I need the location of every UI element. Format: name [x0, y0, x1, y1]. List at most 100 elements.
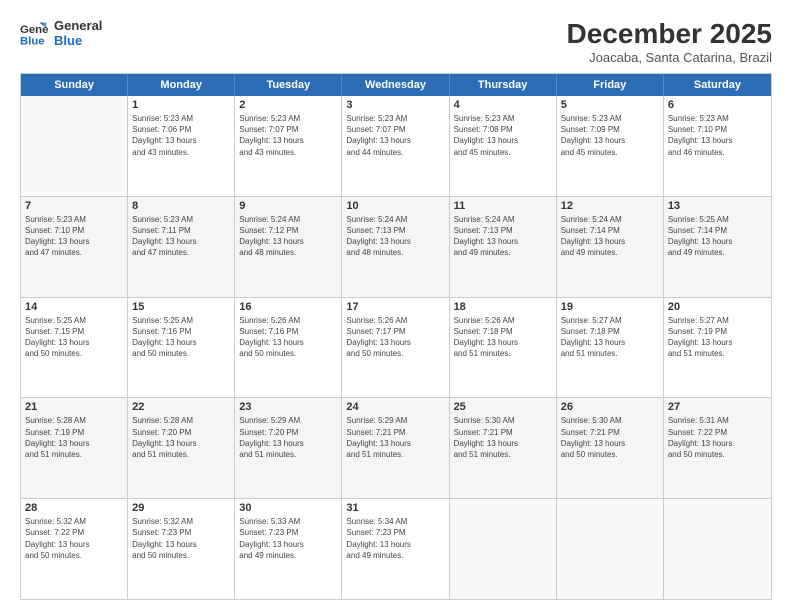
calendar-cell: 25 Sunrise: 5:30 AM Sunset: 7:21 PM Dayli… — [450, 398, 557, 498]
day-number: 2 — [239, 99, 337, 111]
calendar-cell: 3Sunrise: 5:23 AM Sunset: 7:07 PM Daylig… — [342, 96, 449, 196]
calendar-cell: 10 Sunrise: 5:24 AM Sunset: 7:13 PM Dayli… — [342, 197, 449, 297]
calendar-cell: 9 Sunrise: 5:24 AM Sunset: 7:12 PM Daylig… — [235, 197, 342, 297]
day-number: 16 — [239, 301, 337, 313]
day-number: 28 — [25, 502, 123, 514]
day-info: Sunrise: 5:24 AM Sunset: 7:13 PM Dayligh… — [454, 214, 552, 259]
day-number: 24 — [346, 401, 444, 413]
day-number: 11 — [454, 200, 552, 212]
day-info: Sunrise: 5:27 AM Sunset: 7:19 PM Dayligh… — [668, 315, 767, 360]
calendar-cell — [664, 499, 771, 599]
weekday-header-thursday: Thursday — [450, 74, 557, 96]
day-info: Sunrise: 5:23 AM Sunset: 7:08 PM Dayligh… — [454, 113, 552, 158]
calendar-cell: 21Sunrise: 5:28 AM Sunset: 7:19 PM Dayli… — [21, 398, 128, 498]
day-number: 13 — [668, 200, 767, 212]
day-info: Sunrise: 5:32 AM Sunset: 7:23 PM Dayligh… — [132, 516, 230, 561]
day-info: Sunrise: 5:23 AM Sunset: 7:11 PM Dayligh… — [132, 214, 230, 259]
day-number: 10 — [346, 200, 444, 212]
day-number: 26 — [561, 401, 659, 413]
calendar-cell — [21, 96, 128, 196]
calendar-cell: 28 Sunrise: 5:32 AM Sunset: 7:22 PM Dayli… — [21, 499, 128, 599]
day-info: Sunrise: 5:30 AM Sunset: 7:21 PM Dayligh… — [561, 415, 659, 460]
calendar-cell — [557, 499, 664, 599]
calendar-week-1: 1 Sunrise: 5:23 AM Sunset: 7:06 PM Daylig… — [21, 96, 771, 197]
day-number: 9 — [239, 200, 337, 212]
day-info: Sunrise: 5:23 AM Sunset: 7:09 PM Dayligh… — [561, 113, 659, 158]
calendar-cell: 13 Sunrise: 5:25 AM Sunset: 7:14 PM Dayli… — [664, 197, 771, 297]
day-number: 31 — [346, 502, 444, 514]
calendar-week-5: 28 Sunrise: 5:32 AM Sunset: 7:22 PM Dayli… — [21, 499, 771, 599]
day-info: Sunrise: 5:26 AM Sunset: 7:16 PM Dayligh… — [239, 315, 337, 360]
day-info: Sunrise: 5:26 AM Sunset: 7:18 PM Dayligh… — [454, 315, 552, 360]
day-info: Sunrise: 5:23 AM Sunset: 7:10 PM Dayligh… — [668, 113, 767, 158]
calendar-cell: 7 Sunrise: 5:23 AM Sunset: 7:10 PM Daylig… — [21, 197, 128, 297]
day-info: Sunrise: 5:32 AM Sunset: 7:22 PM Dayligh… — [25, 516, 123, 561]
calendar-cell: 29 Sunrise: 5:32 AM Sunset: 7:23 PM Dayli… — [128, 499, 235, 599]
day-info: Sunrise: 5:23 AM Sunset: 7:06 PM Dayligh… — [132, 113, 230, 158]
weekday-header-friday: Friday — [557, 74, 664, 96]
calendar-cell: 17 Sunrise: 5:26 AM Sunset: 7:17 PM Dayli… — [342, 298, 449, 398]
calendar-cell: 8 Sunrise: 5:23 AM Sunset: 7:11 PM Daylig… — [128, 197, 235, 297]
day-number: 17 — [346, 301, 444, 313]
day-number: 19 — [561, 301, 659, 313]
day-info: Sunrise: 5:25 AM Sunset: 7:14 PM Dayligh… — [668, 214, 767, 259]
logo-line1: General — [54, 18, 102, 33]
day-number: 1 — [132, 99, 230, 111]
calendar-cell: 30Sunrise: 5:33 AM Sunset: 7:23 PM Dayli… — [235, 499, 342, 599]
calendar-cell: 2Sunrise: 5:23 AM Sunset: 7:07 PM Daylig… — [235, 96, 342, 196]
weekday-header-saturday: Saturday — [664, 74, 771, 96]
day-info: Sunrise: 5:26 AM Sunset: 7:17 PM Dayligh… — [346, 315, 444, 360]
weekday-header-monday: Monday — [128, 74, 235, 96]
day-number: 12 — [561, 200, 659, 212]
logo-line2: Blue — [54, 33, 102, 48]
day-number: 29 — [132, 502, 230, 514]
weekday-header-wednesday: Wednesday — [342, 74, 449, 96]
header: General Blue General Blue December 2025 … — [20, 18, 772, 65]
day-number: 27 — [668, 401, 767, 413]
day-number: 6 — [668, 99, 767, 111]
day-info: Sunrise: 5:24 AM Sunset: 7:12 PM Dayligh… — [239, 214, 337, 259]
day-number: 21 — [25, 401, 123, 413]
day-number: 3 — [346, 99, 444, 111]
calendar-week-2: 7 Sunrise: 5:23 AM Sunset: 7:10 PM Daylig… — [21, 197, 771, 298]
day-number: 20 — [668, 301, 767, 313]
calendar-cell — [450, 499, 557, 599]
calendar-header: SundayMondayTuesdayWednesdayThursdayFrid… — [21, 74, 771, 96]
calendar-cell: 24 Sunrise: 5:29 AM Sunset: 7:21 PM Dayli… — [342, 398, 449, 498]
day-info: Sunrise: 5:23 AM Sunset: 7:10 PM Dayligh… — [25, 214, 123, 259]
day-info: Sunrise: 5:25 AM Sunset: 7:16 PM Dayligh… — [132, 315, 230, 360]
calendar-cell: 16 Sunrise: 5:26 AM Sunset: 7:16 PM Dayli… — [235, 298, 342, 398]
day-info: Sunrise: 5:24 AM Sunset: 7:13 PM Dayligh… — [346, 214, 444, 259]
calendar-cell: 14 Sunrise: 5:25 AM Sunset: 7:15 PM Dayli… — [21, 298, 128, 398]
calendar-cell: 15Sunrise: 5:25 AM Sunset: 7:16 PM Dayli… — [128, 298, 235, 398]
page: General Blue General Blue December 2025 … — [0, 0, 792, 612]
day-info: Sunrise: 5:25 AM Sunset: 7:15 PM Dayligh… — [25, 315, 123, 360]
logo-icon: General Blue — [20, 19, 48, 47]
calendar-cell: 12 Sunrise: 5:24 AM Sunset: 7:14 PM Dayli… — [557, 197, 664, 297]
calendar: SundayMondayTuesdayWednesdayThursdayFrid… — [20, 73, 772, 600]
calendar-cell: 5Sunrise: 5:23 AM Sunset: 7:09 PM Daylig… — [557, 96, 664, 196]
day-info: Sunrise: 5:29 AM Sunset: 7:21 PM Dayligh… — [346, 415, 444, 460]
day-info: Sunrise: 5:28 AM Sunset: 7:20 PM Dayligh… — [132, 415, 230, 460]
day-number: 7 — [25, 200, 123, 212]
day-number: 30 — [239, 502, 337, 514]
day-info: Sunrise: 5:31 AM Sunset: 7:22 PM Dayligh… — [668, 415, 767, 460]
calendar-week-4: 21Sunrise: 5:28 AM Sunset: 7:19 PM Dayli… — [21, 398, 771, 499]
svg-text:Blue: Blue — [20, 35, 45, 47]
calendar-cell: 1 Sunrise: 5:23 AM Sunset: 7:06 PM Daylig… — [128, 96, 235, 196]
calendar-cell: 4 Sunrise: 5:23 AM Sunset: 7:08 PM Daylig… — [450, 96, 557, 196]
day-number: 18 — [454, 301, 552, 313]
day-info: Sunrise: 5:24 AM Sunset: 7:14 PM Dayligh… — [561, 214, 659, 259]
weekday-header-tuesday: Tuesday — [235, 74, 342, 96]
day-number: 14 — [25, 301, 123, 313]
day-number: 25 — [454, 401, 552, 413]
calendar-cell: 31Sunrise: 5:34 AM Sunset: 7:23 PM Dayli… — [342, 499, 449, 599]
calendar-cell: 18 Sunrise: 5:26 AM Sunset: 7:18 PM Dayli… — [450, 298, 557, 398]
day-number: 4 — [454, 99, 552, 111]
day-info: Sunrise: 5:30 AM Sunset: 7:21 PM Dayligh… — [454, 415, 552, 460]
calendar-cell: 6 Sunrise: 5:23 AM Sunset: 7:10 PM Daylig… — [664, 96, 771, 196]
calendar-cell: 20 Sunrise: 5:27 AM Sunset: 7:19 PM Dayli… — [664, 298, 771, 398]
title-block: December 2025 Joacaba, Santa Catarina, B… — [567, 18, 772, 65]
calendar-cell: 22Sunrise: 5:28 AM Sunset: 7:20 PM Dayli… — [128, 398, 235, 498]
day-number: 8 — [132, 200, 230, 212]
